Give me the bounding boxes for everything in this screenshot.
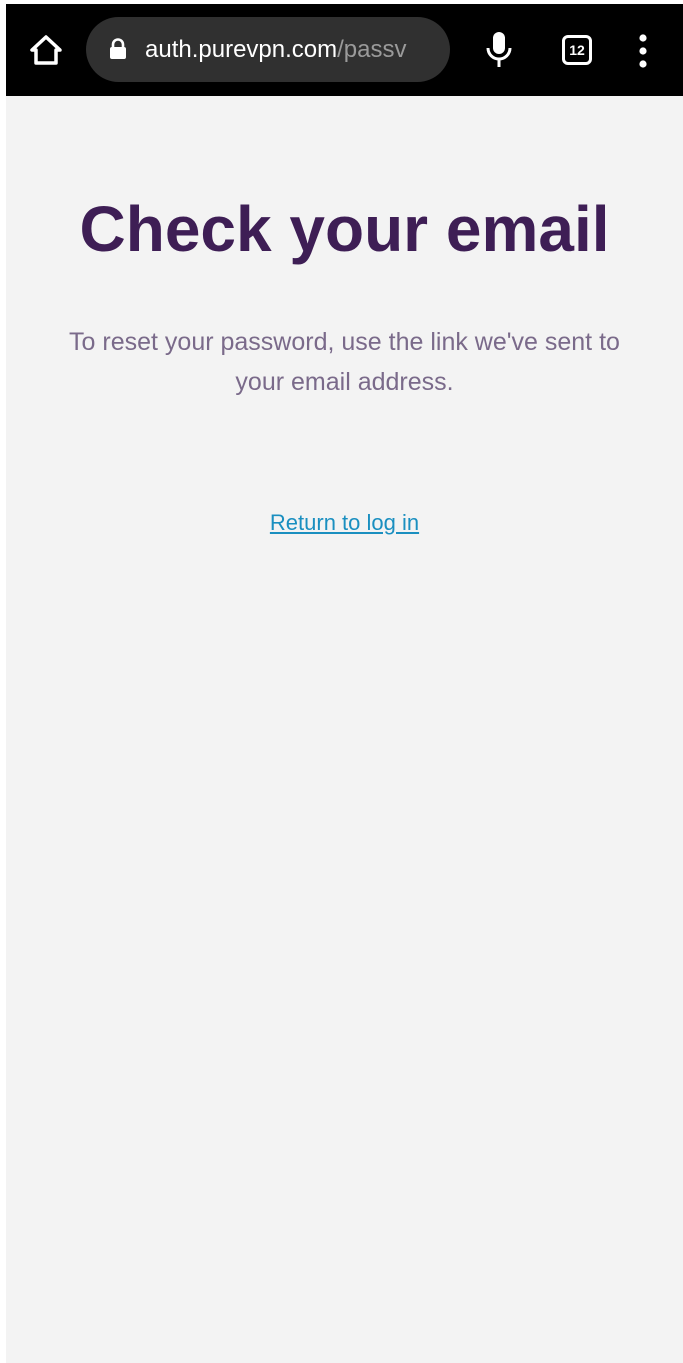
tab-switcher-button[interactable]: 12 bbox=[562, 35, 592, 65]
microphone-icon[interactable] bbox=[484, 31, 514, 69]
more-vertical-icon[interactable] bbox=[632, 34, 654, 68]
lock-icon bbox=[110, 38, 126, 59]
return-to-login-link[interactable]: Return to log in bbox=[6, 508, 683, 538]
page-title: Check your email bbox=[79, 193, 610, 265]
tab-count: 12 bbox=[569, 42, 585, 58]
home-button[interactable] bbox=[26, 30, 66, 70]
browser-toolbar: auth.purevpn.com/passv 12 bbox=[6, 4, 683, 96]
url-host: auth.purevpn.com bbox=[145, 36, 338, 63]
reset-instructions: To reset your password, use the link we'… bbox=[69, 328, 620, 396]
address-bar[interactable]: auth.purevpn.com/passv bbox=[86, 17, 450, 82]
browser-window: auth.purevpn.com/passv 12 Check your ema… bbox=[6, 4, 683, 1363]
url-path: /passv bbox=[337, 36, 407, 63]
url-text: auth.purevpn.com/passv bbox=[145, 17, 407, 82]
home-icon bbox=[30, 35, 62, 65]
